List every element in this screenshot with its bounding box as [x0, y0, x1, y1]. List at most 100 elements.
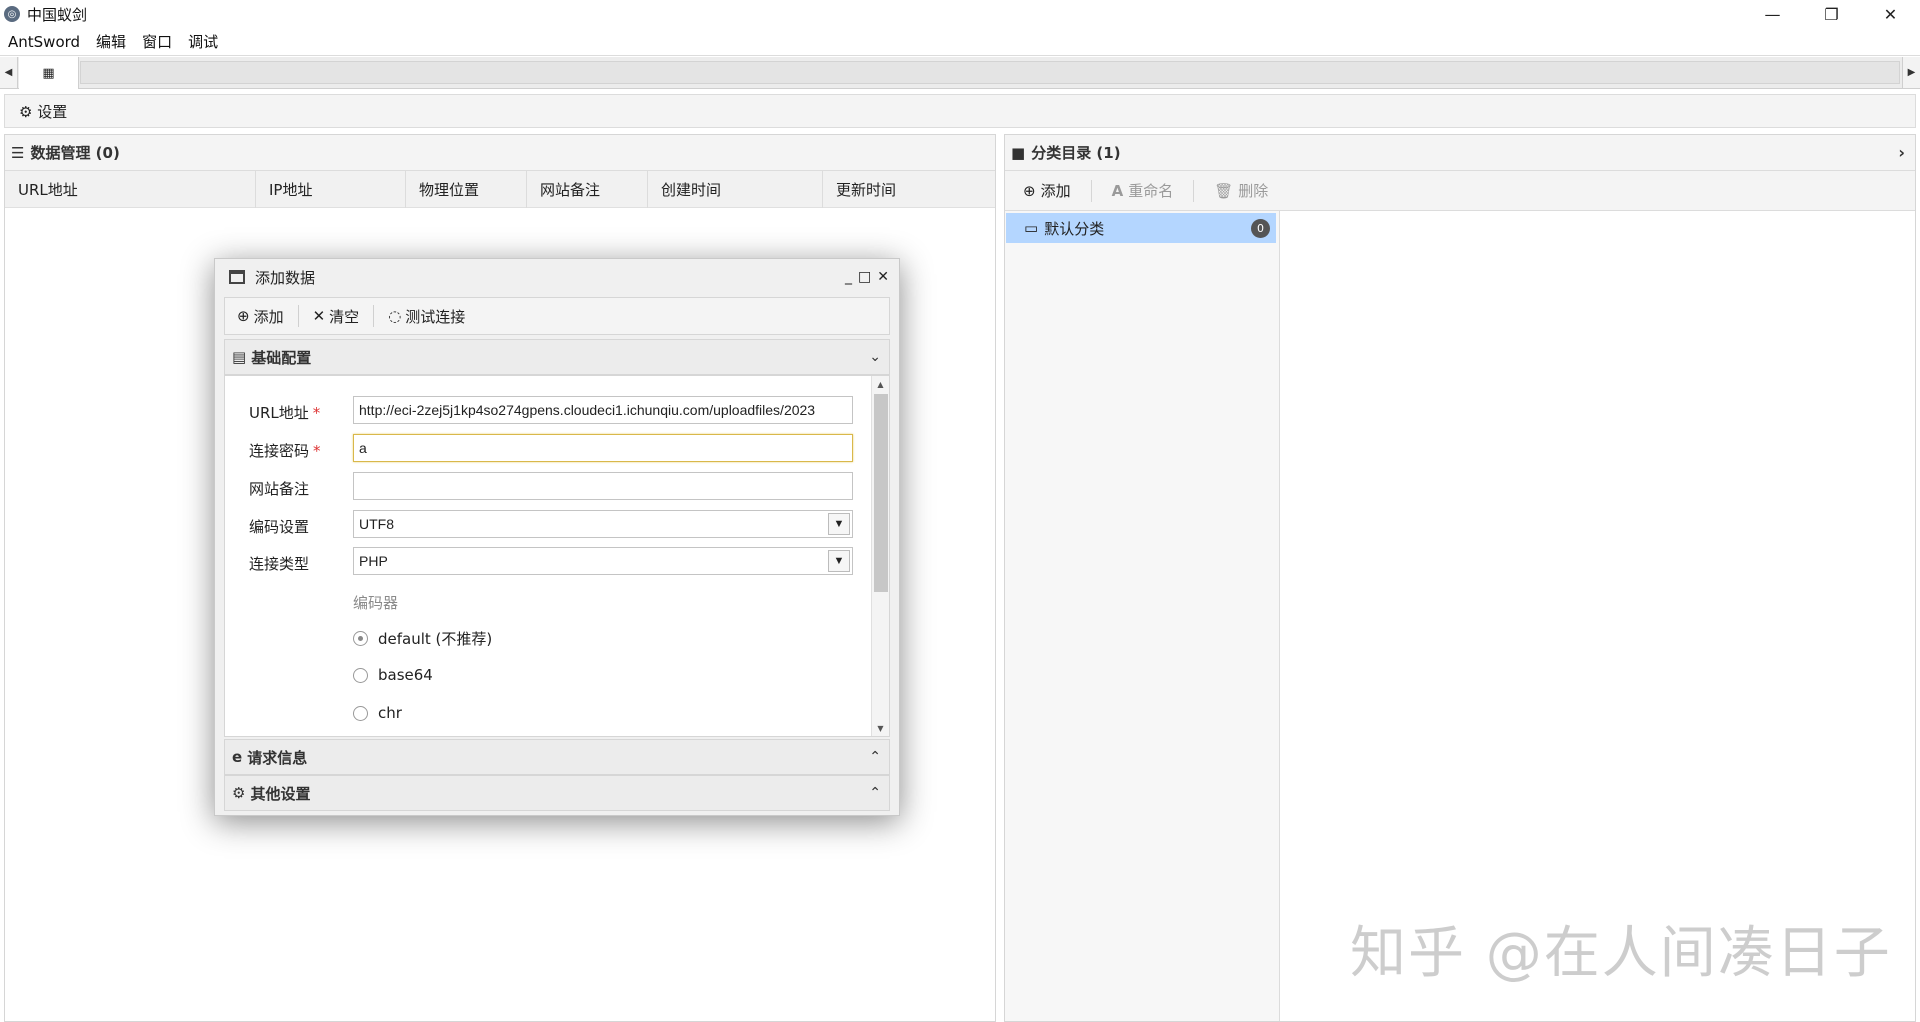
- dialog-clear-button[interactable]: ✕ 清空: [313, 306, 360, 327]
- column-ip[interactable]: IP地址: [256, 170, 406, 208]
- restore-icon[interactable]: ❐: [1802, 0, 1861, 28]
- type-value: PHP: [359, 553, 388, 569]
- password-field[interactable]: a: [353, 434, 853, 462]
- category-item-default[interactable]: ▭ 默认分类 0: [1006, 213, 1276, 243]
- category-rename-label: 重命名: [1128, 182, 1174, 200]
- toolbar-divider: [1090, 179, 1092, 202]
- type-select[interactable]: PHP ▼: [353, 547, 853, 575]
- dialog-add-button[interactable]: ⊕ 添加: [237, 306, 284, 327]
- encoder-option-label: base64: [378, 666, 433, 684]
- file-icon: ▤: [232, 348, 247, 366]
- note-row: 网站备注: [225, 472, 855, 502]
- encoder-option-base64[interactable]: base64: [353, 666, 433, 684]
- radio-button[interactable]: [353, 631, 368, 646]
- category-delete-label: 删除: [1238, 182, 1269, 200]
- category-panel-title: 分类目录 (1): [1031, 144, 1121, 162]
- scroll-up-icon[interactable]: ▲: [872, 376, 889, 392]
- close-icon[interactable]: ✕: [877, 269, 889, 285]
- dialog-toolbar: ⊕ 添加 ✕ 清空 ◌ 测试连接: [224, 297, 890, 335]
- chevron-up-icon: ⌃: [869, 749, 881, 765]
- menu-debug[interactable]: 调试: [180, 31, 226, 52]
- gear-icon: ⚙: [19, 102, 33, 121]
- category-tree: ▭ 默认分类 0: [1005, 211, 1280, 1021]
- radio-button[interactable]: [353, 705, 368, 721]
- window-controls: — ❐ ✕: [1743, 0, 1920, 28]
- category-add-label: 添加: [1040, 182, 1071, 200]
- toolbar-divider: [1193, 179, 1195, 202]
- plus-circle-icon: ⊕: [237, 307, 250, 325]
- scrollbar-thumb[interactable]: [874, 394, 888, 592]
- data-panel-header: ☰ 数据管理 (0): [5, 135, 995, 171]
- encoding-select[interactable]: UTF8 ▼: [353, 510, 853, 538]
- column-note[interactable]: 网站备注: [527, 170, 648, 208]
- column-created[interactable]: 创建时间: [648, 170, 823, 208]
- section-basic-config[interactable]: ▤ 基础配置 ⌄: [224, 339, 890, 375]
- section-request-info[interactable]: e 请求信息 ⌃: [224, 739, 890, 775]
- menu-edit[interactable]: 编辑: [88, 31, 134, 52]
- list-icon: ☰: [11, 143, 25, 162]
- trash-icon: 🗑: [1214, 181, 1234, 200]
- type-label: 连接类型: [249, 555, 310, 573]
- category-toolbar: ⊕ 添加 A 重命名 🗑 删除: [1005, 171, 1915, 211]
- plus-circle-icon: ⊕: [1023, 181, 1036, 200]
- tab-home[interactable]: ▦: [19, 57, 79, 89]
- dialog-controls: _ □ ✕: [845, 269, 889, 285]
- scrollbar[interactable]: ▲ ▼: [871, 376, 889, 736]
- column-url[interactable]: URL地址: [5, 170, 256, 208]
- x-icon: ✕: [312, 307, 326, 325]
- chevron-right-icon[interactable]: ›: [1898, 143, 1905, 162]
- category-panel: ■ 分类目录 (1) › ⊕ 添加 A 重命名 🗑 删除 ▭ 默认分类 0: [1004, 134, 1916, 1022]
- folder-icon: ■: [1011, 143, 1026, 162]
- dialog-title-bar[interactable]: 添加数据 _ □ ✕: [215, 259, 899, 295]
- menu-antsword[interactable]: AntSword: [0, 33, 88, 51]
- column-updated[interactable]: 更新时间: [823, 171, 995, 208]
- spinner-icon: ◌: [388, 307, 402, 325]
- tab-area: [80, 61, 1900, 84]
- maximize-icon[interactable]: □: [858, 269, 871, 285]
- settings-label: 设置: [37, 102, 68, 121]
- menu-window[interactable]: 窗口: [134, 31, 180, 52]
- category-rename-button[interactable]: A 重命名: [1112, 180, 1174, 201]
- close-icon[interactable]: ✕: [1861, 0, 1920, 28]
- dialog-title: 添加数据: [255, 268, 316, 287]
- chevron-up-icon: ⌃: [869, 785, 881, 801]
- url-field[interactable]: http://eci-2zej5j1kp4so274gpens.cloudeci…: [353, 396, 853, 424]
- data-grid-header: URL地址 IP地址 物理位置 网站备注 创建时间 更新时间: [5, 170, 995, 208]
- encoding-row: 编码设置 UTF8 ▼: [225, 510, 855, 540]
- encoding-value: UTF8: [359, 516, 394, 532]
- data-panel-title: 数据管理 (0): [30, 144, 120, 162]
- watermark: 知乎 @在人间凑日子: [1350, 921, 1892, 986]
- radio-button[interactable]: [353, 667, 368, 683]
- section-other-settings[interactable]: ⚙ 其他设置 ⌃: [224, 775, 890, 811]
- category-panel-header: ■ 分类目录 (1) ›: [1005, 135, 1915, 171]
- minimize-icon[interactable]: _: [845, 269, 852, 285]
- basic-config-body: URL地址 * http://eci-2zej5j1kp4so274gpens.c…: [224, 375, 890, 737]
- note-field[interactable]: [353, 472, 853, 500]
- category-item-label: 默认分类: [1044, 219, 1105, 238]
- column-location[interactable]: 物理位置: [406, 170, 527, 208]
- encoder-label: 编码器: [353, 594, 399, 612]
- ie-icon: e: [232, 748, 243, 766]
- dialog-test-connection-button[interactable]: ◌ 测试连接: [388, 306, 465, 327]
- settings-button[interactable]: ⚙ 设置: [19, 101, 67, 122]
- chevron-down-icon: ▼: [828, 513, 850, 535]
- scroll-down-icon[interactable]: ▼: [872, 720, 889, 736]
- tab-scroll-right-icon[interactable]: ▶: [1902, 57, 1920, 88]
- password-label: 连接密码 *: [249, 442, 321, 460]
- category-add-button[interactable]: ⊕ 添加: [1023, 180, 1071, 201]
- section-other-title: 其他设置: [250, 784, 311, 803]
- encoder-option-default[interactable]: default (不推荐): [353, 628, 492, 649]
- url-row: URL地址 * http://eci-2zej5j1kp4so274gpens.c…: [225, 396, 855, 426]
- minimize-icon[interactable]: —: [1743, 0, 1802, 28]
- window-icon: [229, 270, 245, 284]
- gears-icon: ⚙: [232, 784, 246, 802]
- count-badge: 0: [1251, 219, 1270, 238]
- category-delete-button[interactable]: 🗑 删除: [1214, 180, 1268, 201]
- encoding-label: 编码设置: [249, 518, 310, 536]
- tab-scroll-left-icon[interactable]: ◀: [0, 57, 18, 88]
- title-bar: ◎ 中国蚁剑 — ❐ ✕: [0, 0, 1920, 28]
- encoder-option-chr[interactable]: chr: [353, 704, 402, 722]
- grid-icon: ▦: [42, 65, 55, 81]
- note-label: 网站备注: [249, 480, 310, 498]
- chevron-down-icon: ▼: [828, 550, 850, 572]
